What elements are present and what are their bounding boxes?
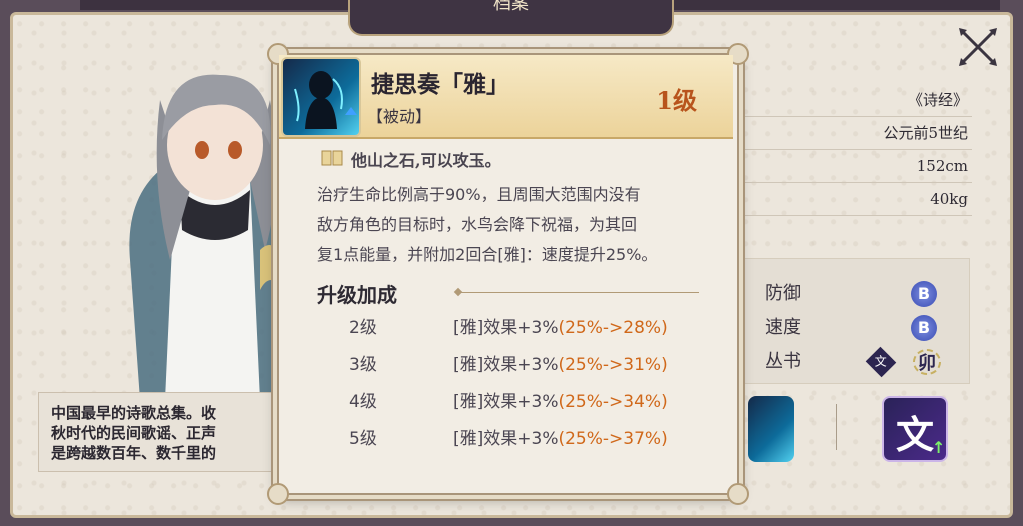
upgrade-percent: (25%->37%) bbox=[558, 429, 668, 449]
effect-line: 复1点能量，并附加2回合[雅]：速度提升25%。 bbox=[317, 245, 658, 264]
description-line: 是跨越数百年、数千里的 bbox=[51, 444, 217, 462]
popup-corner-ornament bbox=[727, 483, 749, 505]
info-rows: 《诗经》 公元前5世纪 152cm 40kg bbox=[740, 84, 972, 216]
skill-detail-popup: 捷思奏「雅」 【被动】 1级 他山之石,可以攻玉。 治疗生命比例高于90%，且周… bbox=[267, 43, 749, 505]
skill-quote: 他山之石,可以攻玉。 bbox=[351, 151, 501, 170]
series-tag-wen[interactable]: 文 bbox=[865, 346, 897, 378]
stat-label-series: 丛书 bbox=[765, 351, 801, 372]
upgrade-level: 5级 bbox=[349, 429, 377, 449]
info-row-height: 152cm bbox=[740, 150, 972, 183]
upgrade-percent: (25%->28%) bbox=[558, 318, 668, 338]
grade-badge-defense: B bbox=[911, 281, 937, 307]
series-icon-wen-glyph: 文 bbox=[896, 412, 935, 457]
skill-icon-small[interactable] bbox=[748, 396, 794, 462]
book-icon bbox=[321, 150, 343, 166]
character-description: 中国最早的诗歌总集。收 秋时代的民间歌谣、正声 是跨越数百年、数千里的 bbox=[38, 392, 283, 472]
page-title: 档案 bbox=[348, 0, 674, 36]
skill-figure-icon bbox=[294, 71, 357, 129]
stat-label-defense: 防御 bbox=[765, 283, 801, 304]
skill-icon bbox=[281, 57, 361, 137]
effect-line: 敌方角色的目标时，水鸟会降下祝福，为其回 bbox=[317, 215, 638, 234]
divider bbox=[836, 404, 837, 450]
skill-header: 捷思奏「雅」 【被动】 1级 bbox=[279, 55, 733, 139]
arrow-up-icon: ↑ bbox=[932, 438, 946, 457]
upgrade-bonus: [雅]效果+3% bbox=[453, 318, 559, 338]
info-row-weight: 40kg bbox=[740, 183, 972, 216]
upgrade-level: 4级 bbox=[349, 392, 377, 412]
description-line: 秋时代的民间歌谣、正声 bbox=[51, 424, 217, 442]
crossed-swords-close-icon bbox=[959, 28, 997, 66]
upgrade-bonus: [雅]效果+3% bbox=[453, 429, 559, 449]
skill-type: 【被动】 bbox=[367, 107, 432, 126]
close-button[interactable] bbox=[955, 24, 1001, 70]
info-row-era: 公元前5世纪 bbox=[740, 117, 972, 150]
series-tag-wen-label: 文 bbox=[874, 354, 888, 370]
upgrade-bonus: [雅]效果+3% bbox=[453, 392, 559, 412]
skill-level: 1级 bbox=[656, 86, 697, 115]
upgrade-divider bbox=[459, 292, 699, 293]
upgrade-level: 2级 bbox=[349, 318, 377, 338]
effect-line: 治疗生命比例高于90%，且周围大范围内没有 bbox=[317, 185, 641, 204]
upgrade-title: 升级加成 bbox=[317, 283, 397, 307]
skill-name: 捷思奏「雅」 bbox=[371, 71, 509, 98]
upgrade-percent: (25%->31%) bbox=[558, 355, 668, 375]
upgrade-level: 3级 bbox=[349, 355, 377, 375]
character-portrait bbox=[129, 74, 286, 400]
stat-label-speed: 速度 bbox=[765, 317, 801, 338]
grade-badge-speed: B bbox=[911, 315, 937, 341]
info-row-source: 《诗经》 bbox=[740, 84, 972, 117]
series-icon-wen[interactable]: 文 ↑ bbox=[882, 396, 948, 462]
stats-box: 防御 B 速度 B 丛书 文 卯 bbox=[742, 258, 970, 384]
upgrade-percent: (25%->34%) bbox=[558, 392, 668, 412]
popup-corner-ornament bbox=[267, 483, 289, 505]
upgrade-bonus: [雅]效果+3% bbox=[453, 355, 559, 375]
series-tag-mao[interactable]: 卯 bbox=[913, 349, 941, 375]
skill-effect: 治疗生命比例高于90%，且周围大范围内没有 敌方角色的目标时，水鸟会降下祝福，为… bbox=[317, 180, 717, 270]
description-line: 中国最早的诗歌总集。收 bbox=[51, 404, 217, 422]
